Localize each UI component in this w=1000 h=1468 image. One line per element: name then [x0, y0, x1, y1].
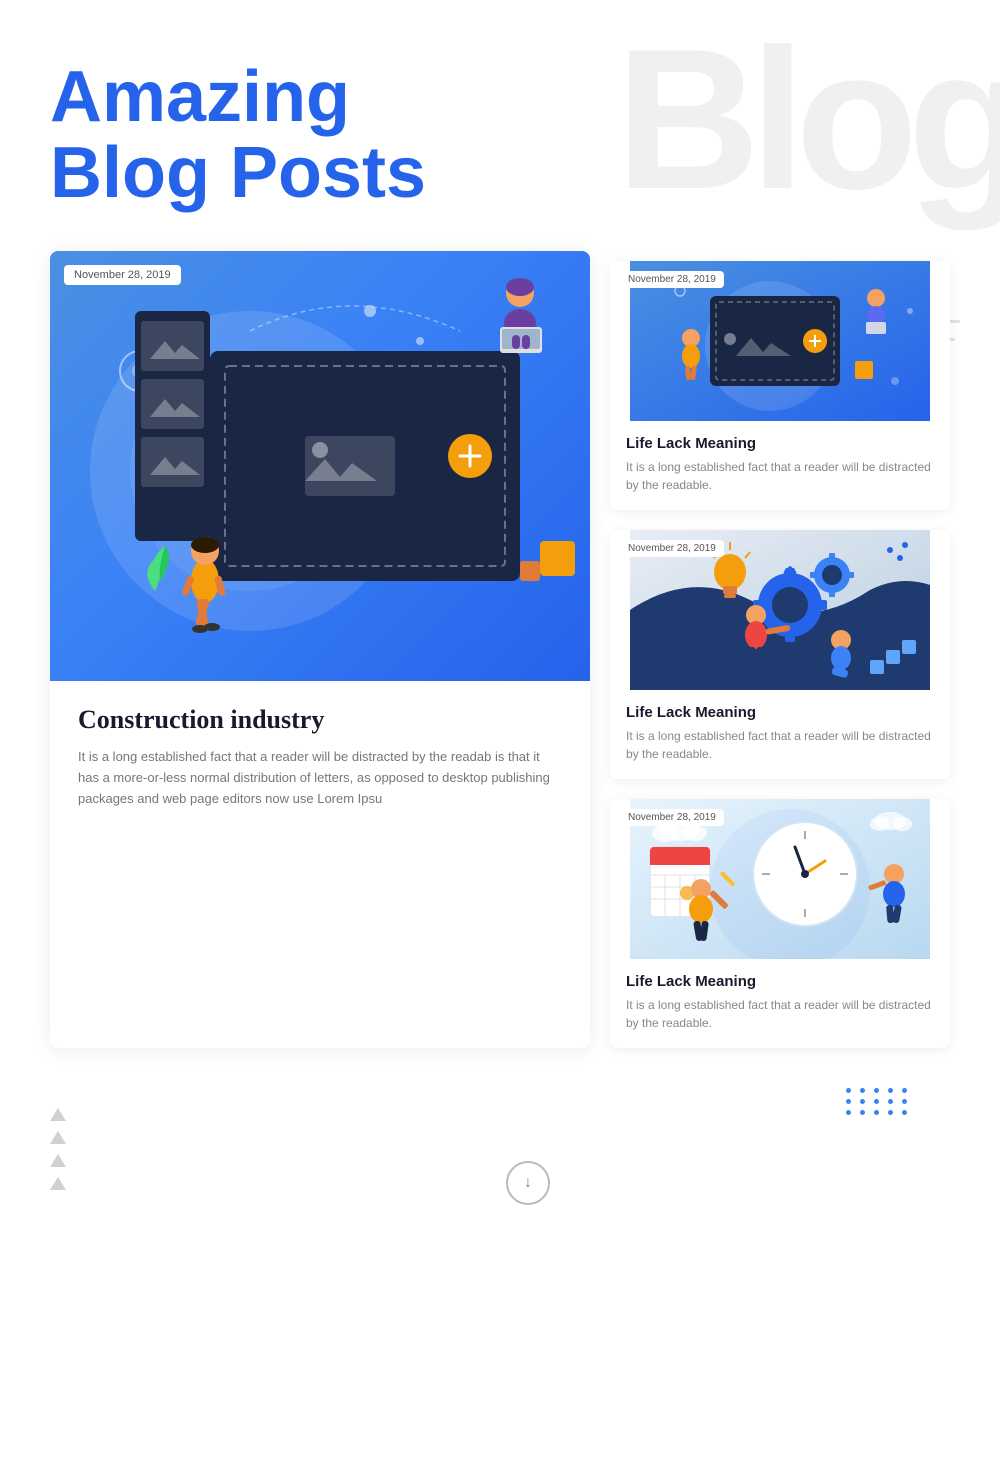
sidebar-card-2-content: Life Lack Meaning It is a long establish…	[610, 690, 950, 779]
sidebar-card-1-image: November 28, 2019	[610, 261, 950, 421]
dots-grid	[846, 1088, 910, 1135]
main-post-image: November 28, 2019	[50, 251, 590, 681]
sidebar-card-2-date: November 28, 2019	[620, 540, 724, 557]
bullet-1	[50, 1108, 66, 1121]
bullet-3	[50, 1154, 66, 1167]
scroll-arrow-icon: ↓	[524, 1174, 532, 1192]
bullet-4	[50, 1177, 66, 1190]
sidebar-card-2-title: Life Lack Meaning	[626, 704, 934, 721]
blog-layout: November 28, 2019	[0, 231, 1000, 1088]
sidebar-card-3-content: Life Lack Meaning It is a long establish…	[610, 959, 950, 1048]
main-post-date: November 28, 2019	[64, 265, 181, 285]
main-post-illustration	[50, 251, 590, 681]
bullet-2	[50, 1131, 66, 1144]
sidebar-card-3[interactable]: November 28, 2019	[610, 799, 950, 1048]
sidebar-card-1-date: November 28, 2019	[620, 271, 724, 288]
sidebar-card-2-image: November 28, 2019	[610, 530, 950, 690]
page-title: Amazing Blog Posts	[50, 60, 950, 211]
sidebar-card-1-content: Life Lack Meaning It is a long establish…	[610, 421, 950, 510]
triangle-bullets	[50, 1088, 66, 1190]
main-post-excerpt: It is a long established fact that a rea…	[78, 747, 562, 809]
main-post-card[interactable]: November 28, 2019	[50, 251, 590, 1048]
sidebar-card-1-excerpt: It is a long established fact that a rea…	[626, 458, 934, 494]
sidebar-card-1[interactable]: November 28, 2019	[610, 261, 950, 510]
sidebar-card-3-title: Life Lack Meaning	[626, 973, 934, 990]
sidebar-card-2-excerpt: It is a long established fact that a rea…	[626, 727, 934, 763]
main-post-title: Construction industry	[78, 705, 562, 735]
sidebar-card-3-excerpt: It is a long established fact that a rea…	[626, 996, 934, 1032]
bottom-section: ↓	[0, 1088, 1000, 1255]
main-post-content: Construction industry It is a long estab…	[50, 681, 590, 837]
sidebar-card-3-date: November 28, 2019	[620, 809, 724, 826]
sidebar-card-1-title: Life Lack Meaning	[626, 435, 934, 452]
sidebar-posts: November 28, 2019	[610, 251, 950, 1048]
sidebar-card-3-image: November 28, 2019	[610, 799, 950, 959]
hero-section: Amazing Blog Posts Blog	[0, 0, 1000, 231]
sidebar-card-2[interactable]: November 28, 2019	[610, 530, 950, 779]
scroll-down-button[interactable]: ↓	[506, 1161, 550, 1205]
